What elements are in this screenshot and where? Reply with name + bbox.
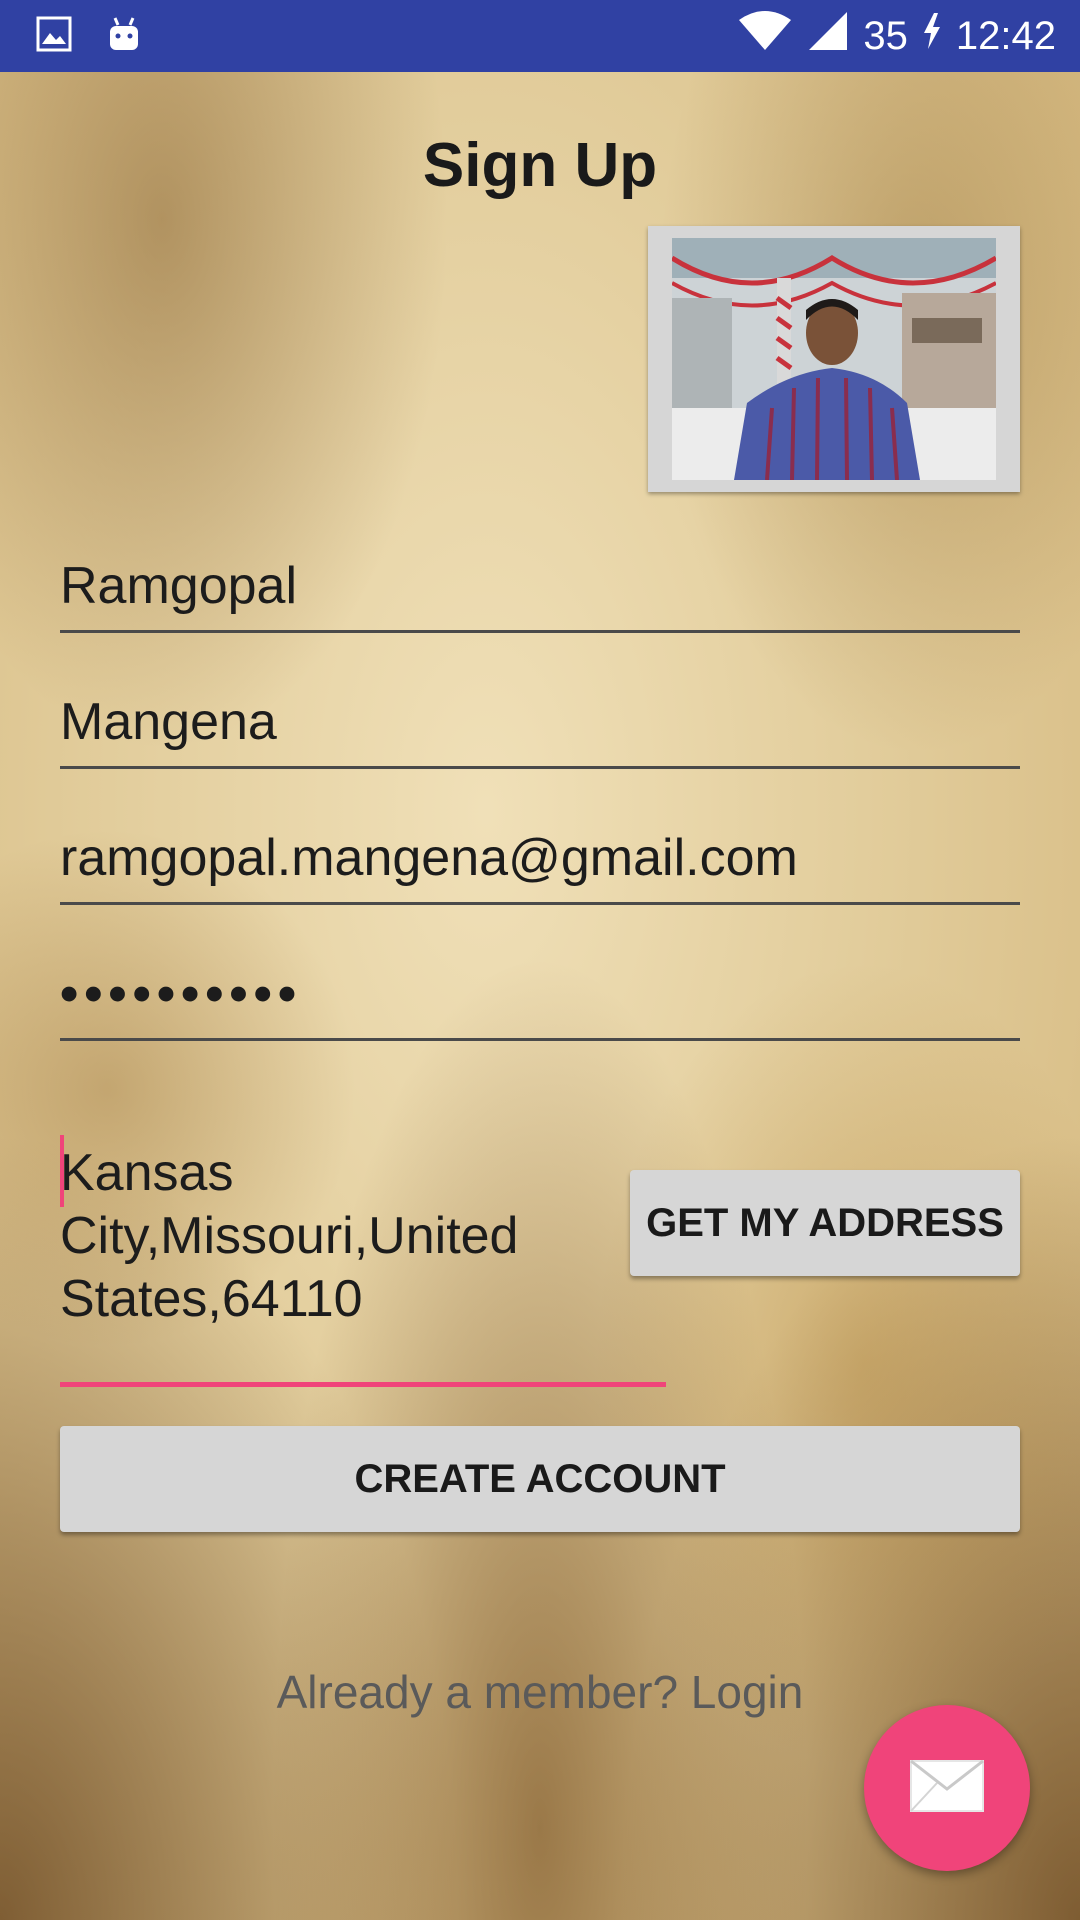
profile-photo-frame[interactable] — [648, 226, 1020, 492]
image-icon — [36, 16, 72, 57]
clock: 12:42 — [955, 13, 1056, 58]
email-field[interactable]: ramgopal.mangena@gmail.com — [60, 828, 1020, 905]
first-name-field[interactable]: Ramgopal — [60, 556, 1020, 633]
create-account-button[interactable]: CREATE ACCOUNT — [60, 1426, 1020, 1532]
signal-icon — [807, 10, 849, 62]
password-value: •••••••••• — [60, 965, 303, 1023]
profile-photo — [672, 238, 996, 480]
mail-fab-button[interactable] — [864, 1705, 1030, 1871]
address-field[interactable]: Kansas City,Missouri,United States,64110 — [60, 1130, 666, 1387]
wifi-icon — [737, 10, 793, 62]
email-value: ramgopal.mangena@gmail.com — [60, 829, 798, 887]
last-name-field[interactable]: Mangena — [60, 692, 1020, 769]
mail-icon — [909, 1759, 985, 1818]
battery-level: 35 — [863, 13, 908, 58]
android-icon — [106, 14, 142, 59]
password-field[interactable]: •••••••••• — [60, 964, 1020, 1041]
get-my-address-button[interactable]: GET MY ADDRESS — [630, 1170, 1020, 1276]
address-value: Kansas City,Missouri,United States,64110 — [60, 1144, 519, 1328]
first-name-value: Ramgopal — [60, 557, 298, 615]
page-title: Sign Up — [422, 131, 658, 200]
charging-icon — [922, 13, 942, 59]
last-name-value: Mangena — [60, 693, 277, 751]
status-bar: 35 12:42 — [0, 0, 1080, 72]
